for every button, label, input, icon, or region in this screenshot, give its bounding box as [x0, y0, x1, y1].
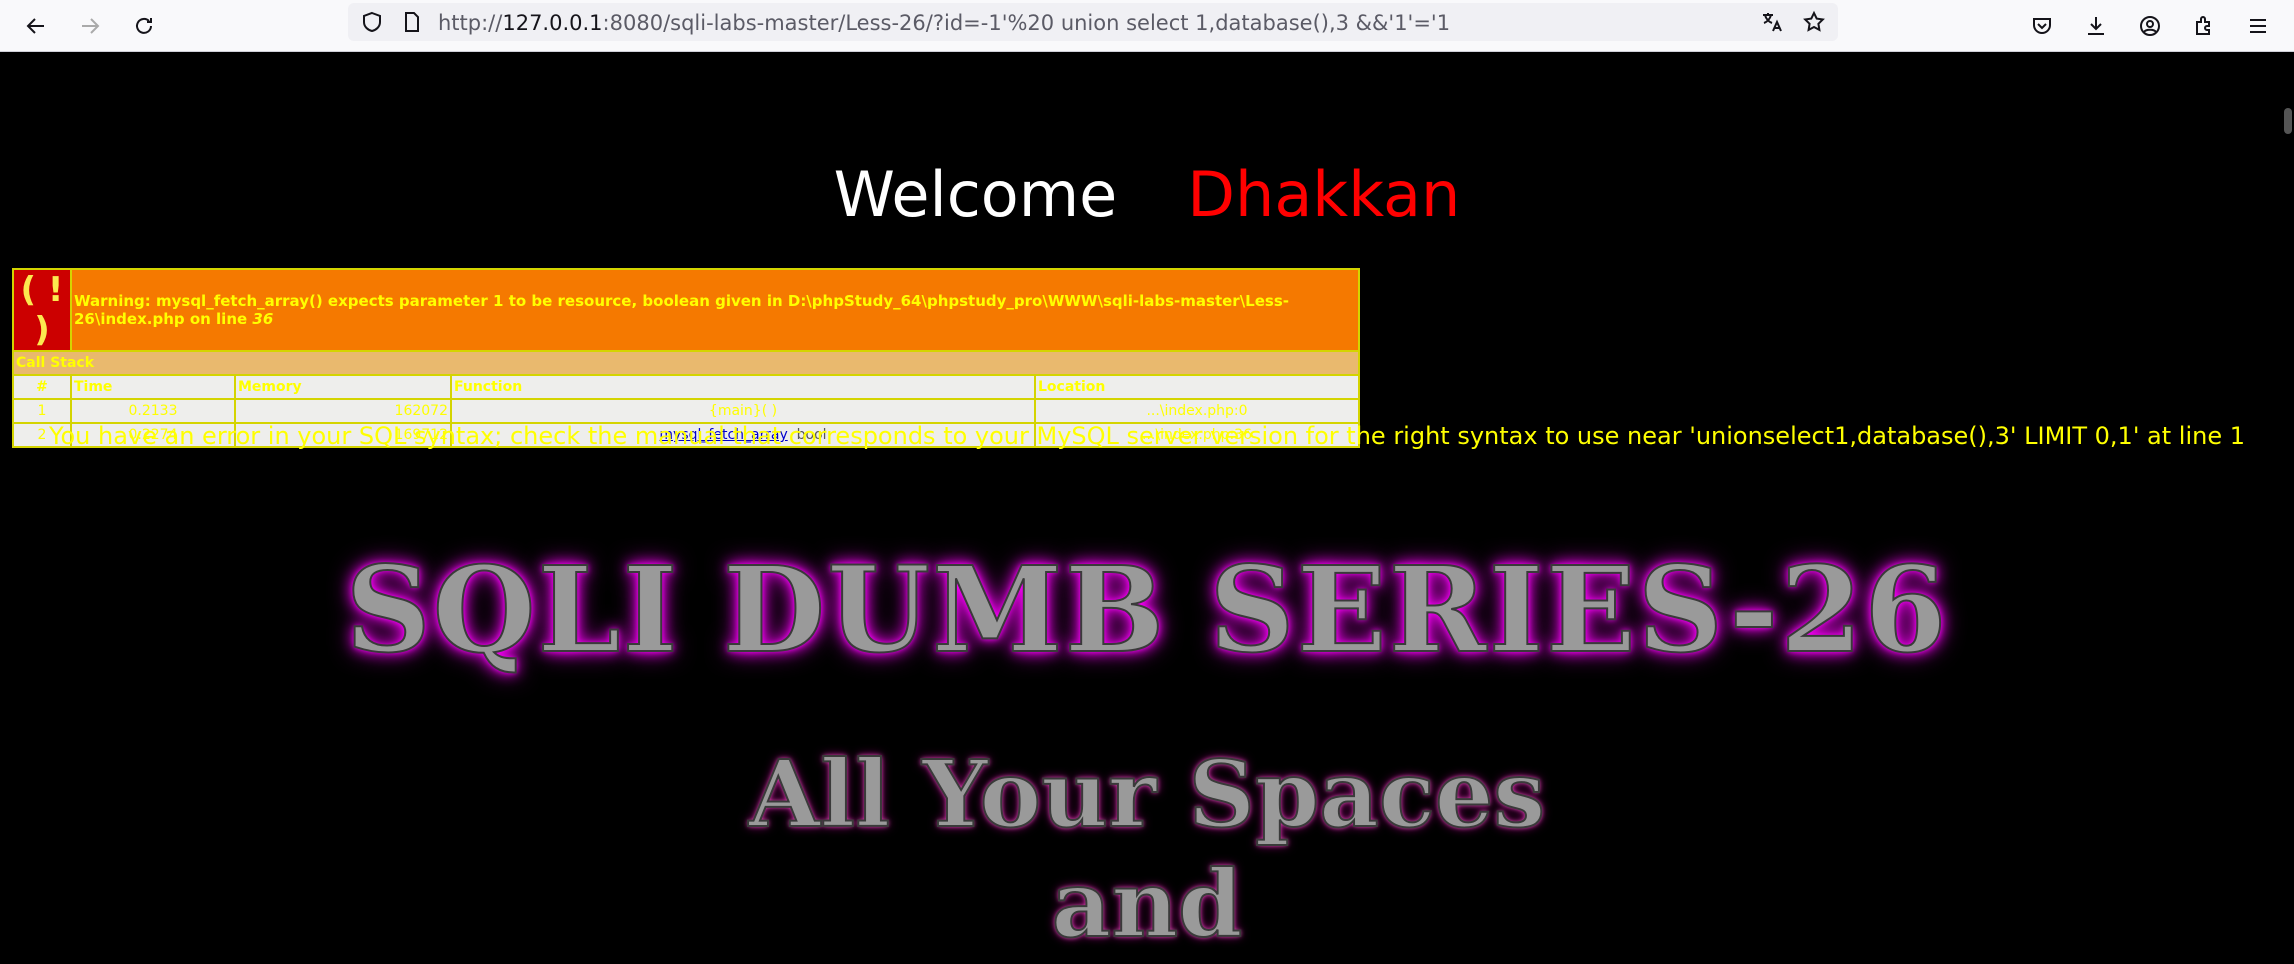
subtitle-line2: and: [1051, 849, 1244, 959]
download-icon[interactable]: [2076, 6, 2116, 46]
scrollbar[interactable]: [2280, 52, 2294, 964]
col-header-num: #: [12, 374, 72, 400]
sql-error-message: You have an error in your SQL syntax; ch…: [49, 422, 2245, 450]
address-bar[interactable]: http://127.0.0.1:8080/sqli-labs-master/L…: [348, 3, 1838, 41]
subtitle-line1: All Your Spaces: [748, 739, 1546, 849]
col-header-memory: Memory: [234, 374, 452, 400]
scroll-thumb[interactable]: [2284, 108, 2292, 134]
back-icon[interactable]: [16, 6, 56, 46]
welcome-text: Welcome: [833, 158, 1118, 231]
browser-toolbar: http://127.0.0.1:8080/sqli-labs-master/L…: [0, 0, 2294, 52]
account-icon[interactable]: [2130, 6, 2170, 46]
warning-icon: ( ! ): [12, 268, 72, 352]
menu-icon[interactable]: [2238, 6, 2278, 46]
table-row: 1 0.2133 162072 {main}( ) ...\index.php:…: [12, 398, 1360, 424]
shield-icon[interactable]: [360, 10, 384, 34]
row-num: 1: [12, 398, 72, 424]
series-title: SQLI DUMB SERIES-26: [345, 539, 1949, 680]
warning-line: 36: [252, 310, 274, 328]
php-warning-table: ( ! ) Warning: mysql_fetch_array() expec…: [12, 268, 1360, 448]
extensions-icon[interactable]: [2184, 6, 2224, 46]
translate-icon[interactable]: [1760, 10, 1784, 34]
call-stack-label: Call Stack: [12, 350, 1360, 376]
row-location: ...\index.php:0: [1034, 398, 1360, 424]
pocket-icon[interactable]: [2022, 6, 2062, 46]
row-memory: 162072: [234, 398, 452, 424]
welcome-heading: Welcome Dhakkan: [0, 158, 2294, 231]
url-host: 127.0.0.1: [502, 11, 603, 35]
url-text[interactable]: http://127.0.0.1:8080/sqli-labs-master/L…: [438, 11, 1450, 35]
warning-message: Warning: mysql_fetch_array() expects par…: [70, 268, 1360, 352]
page-icon[interactable]: [400, 10, 424, 34]
call-stack-row: Call Stack: [12, 350, 1360, 376]
col-header-function: Function: [450, 374, 1036, 400]
url-rest: :8080/sqli-labs-master/Less-26/?id=-1'%2…: [602, 11, 1451, 35]
reload-icon[interactable]: [124, 6, 164, 46]
url-prefix: http://: [438, 11, 503, 35]
warning-row: ( ! ) Warning: mysql_fetch_array() expec…: [12, 268, 1360, 352]
forward-icon[interactable]: [70, 6, 110, 46]
row-function: {main}( ): [450, 398, 1036, 424]
col-header-time: Time: [70, 374, 236, 400]
row-time: 0.2133: [70, 398, 236, 424]
table-header-row: # Time Memory Function Location: [12, 374, 1360, 400]
dhakkan-text: Dhakkan: [1187, 158, 1461, 231]
col-header-location: Location: [1034, 374, 1360, 400]
bookmark-star-icon[interactable]: [1802, 10, 1826, 34]
